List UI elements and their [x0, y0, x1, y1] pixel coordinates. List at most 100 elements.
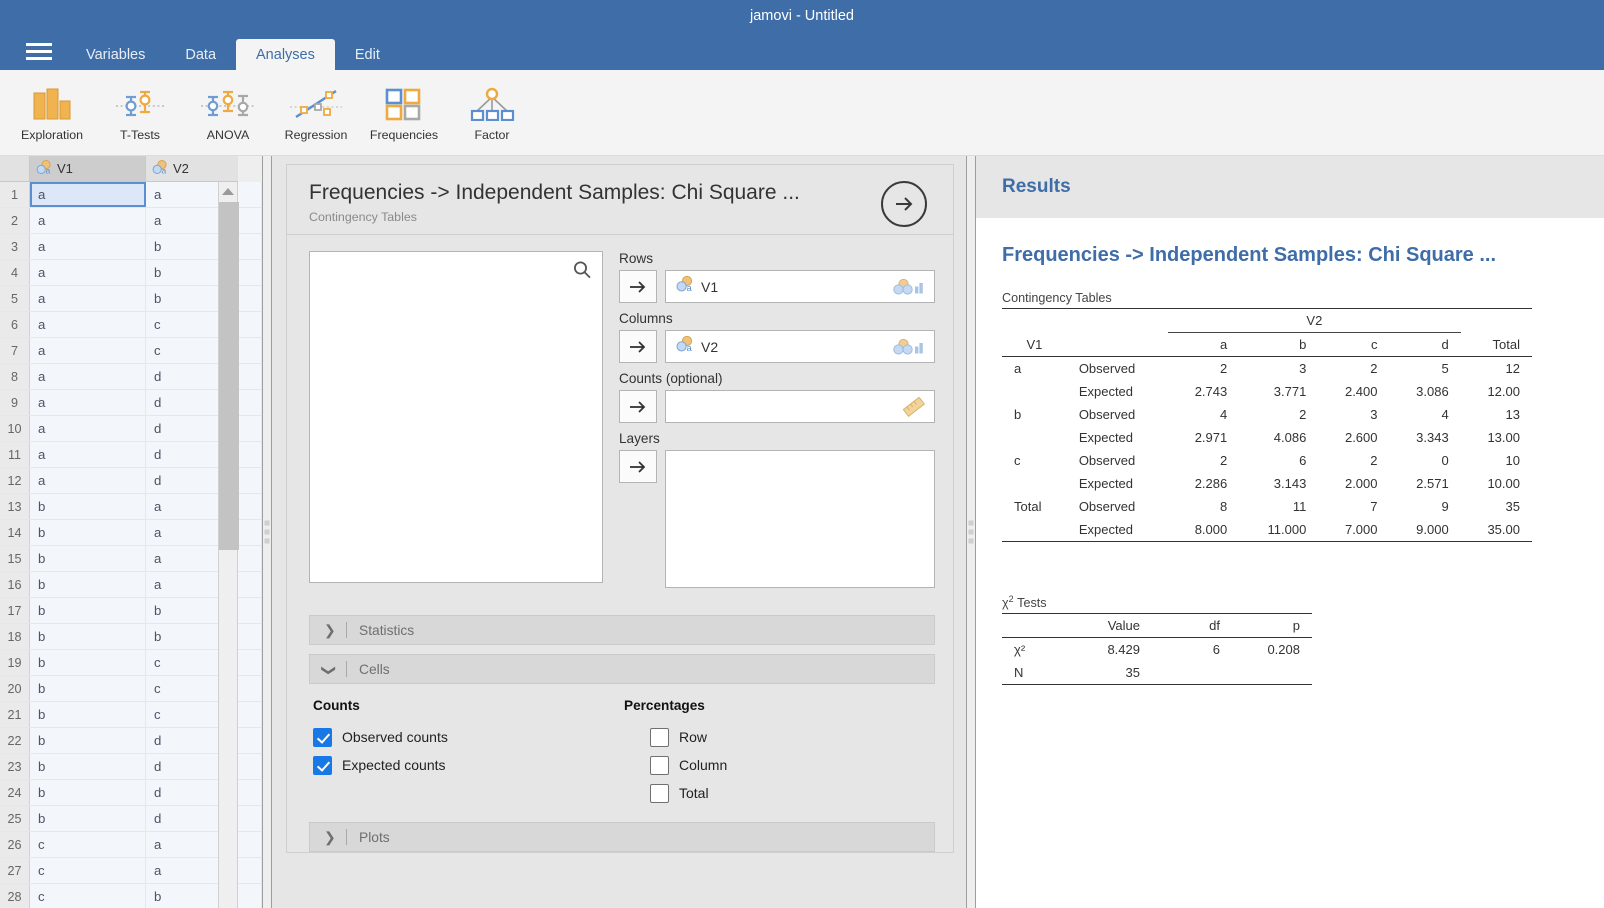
tab-analyses[interactable]: Analyses: [236, 39, 335, 70]
rows-field-box[interactable]: a V1: [665, 270, 935, 303]
grid-cell-v2[interactable]: d: [146, 468, 262, 493]
available-variables-list[interactable]: [309, 251, 603, 583]
section-plots[interactable]: ❯ Plots: [309, 822, 935, 852]
row-number[interactable]: 25: [0, 806, 30, 831]
checkbox-total-percentage[interactable]: Total: [624, 779, 935, 807]
grid-cell-v2[interactable]: a: [146, 546, 262, 571]
tab-edit[interactable]: Edit: [335, 39, 400, 70]
grid-cell-v1[interactable]: b: [30, 754, 146, 779]
row-number[interactable]: 6: [0, 312, 30, 337]
tab-variables[interactable]: Variables: [66, 39, 165, 70]
grid-cell-v2[interactable]: b: [146, 260, 262, 285]
grid-cell-v1[interactable]: b: [30, 624, 146, 649]
grid-cell-v2[interactable]: a: [146, 520, 262, 545]
checkbox-column-percentage-box[interactable]: [650, 756, 669, 775]
grid-cell-v2[interactable]: b: [146, 624, 262, 649]
grid-cell-v1[interactable]: a: [30, 468, 146, 493]
scroll-up-arrow-icon[interactable]: [219, 182, 237, 200]
grid-cell-v2[interactable]: c: [146, 338, 262, 363]
grid-cell-v2[interactable]: d: [146, 780, 262, 805]
grid-cell-v1[interactable]: b: [30, 572, 146, 597]
grid-cell-v1[interactable]: a: [30, 416, 146, 441]
checkbox-expected-counts[interactable]: Expected counts: [313, 751, 624, 779]
grid-cell-v1[interactable]: a: [30, 208, 146, 233]
grid-cell-v1[interactable]: c: [30, 832, 146, 857]
grid-cell-v1[interactable]: b: [30, 546, 146, 571]
row-number[interactable]: 2: [0, 208, 30, 233]
row-number[interactable]: 28: [0, 884, 30, 908]
search-icon[interactable]: [572, 260, 592, 285]
assign-rows-button[interactable]: [619, 270, 657, 303]
grid-cell-v2[interactable]: a: [146, 572, 262, 597]
grid-cell-v2[interactable]: a: [146, 858, 262, 883]
checkbox-observed-counts[interactable]: Observed counts: [313, 723, 624, 751]
section-cells[interactable]: ❯ Cells: [309, 654, 935, 684]
counts-field-box[interactable]: [665, 390, 935, 423]
ribbon-button-anova[interactable]: ANOVA: [184, 76, 272, 154]
checkbox-row-percentage[interactable]: Row: [624, 723, 935, 751]
grid-cell-v1[interactable]: b: [30, 494, 146, 519]
grid-cell-v2[interactable]: d: [146, 364, 262, 389]
row-number[interactable]: 21: [0, 702, 30, 727]
grid-cell-v1[interactable]: b: [30, 780, 146, 805]
row-number[interactable]: 11: [0, 442, 30, 467]
grid-cell-v2[interactable]: b: [146, 598, 262, 623]
ribbon-button-ttests[interactable]: T-Tests: [96, 76, 184, 154]
grid-cell-v2[interactable]: a: [146, 208, 262, 233]
grid-cell-v2[interactable]: a: [146, 182, 262, 207]
grid-cell-v1[interactable]: a: [30, 182, 146, 207]
row-number[interactable]: 7: [0, 338, 30, 363]
scrollbar-thumb[interactable]: [219, 202, 239, 550]
grid-cell-v1[interactable]: b: [30, 598, 146, 623]
grid-cell-v2[interactable]: a: [146, 832, 262, 857]
row-number[interactable]: 14: [0, 520, 30, 545]
checkbox-expected-counts-box[interactable]: [313, 756, 332, 775]
grid-cell-v2[interactable]: d: [146, 442, 262, 467]
ribbon-button-factor[interactable]: Factor: [448, 76, 536, 154]
ribbon-button-frequencies[interactable]: Frequencies: [360, 76, 448, 154]
grid-cell-v2[interactable]: b: [146, 234, 262, 259]
row-number[interactable]: 22: [0, 728, 30, 753]
columns-field-box[interactable]: a V2: [665, 330, 935, 363]
grid-cell-v1[interactable]: a: [30, 234, 146, 259]
tab-data[interactable]: Data: [165, 39, 236, 70]
grid-cell-v2[interactable]: c: [146, 676, 262, 701]
checkbox-row-percentage-box[interactable]: [650, 728, 669, 747]
grid-cell-v2[interactable]: d: [146, 390, 262, 415]
row-number[interactable]: 13: [0, 494, 30, 519]
row-number[interactable]: 20: [0, 676, 30, 701]
hamburger-menu-icon[interactable]: [12, 32, 66, 70]
assign-columns-button[interactable]: [619, 330, 657, 363]
row-number[interactable]: 16: [0, 572, 30, 597]
row-number[interactable]: 19: [0, 650, 30, 675]
grid-cell-v1[interactable]: a: [30, 364, 146, 389]
row-number[interactable]: 9: [0, 390, 30, 415]
grid-cell-v2[interactable]: d: [146, 754, 262, 779]
grid-cell-v1[interactable]: a: [30, 286, 146, 311]
grid-cell-v1[interactable]: b: [30, 728, 146, 753]
ribbon-button-exploration[interactable]: Exploration: [8, 76, 96, 154]
row-number[interactable]: 18: [0, 624, 30, 649]
grid-cell-v1[interactable]: b: [30, 702, 146, 727]
grid-cell-v2[interactable]: d: [146, 806, 262, 831]
grid-cell-v2[interactable]: d: [146, 728, 262, 753]
row-number[interactable]: 26: [0, 832, 30, 857]
assign-counts-button[interactable]: [619, 390, 657, 423]
row-number[interactable]: 24: [0, 780, 30, 805]
grid-cell-v1[interactable]: b: [30, 806, 146, 831]
layers-field-box[interactable]: [665, 450, 935, 588]
checkbox-observed-counts-box[interactable]: [313, 728, 332, 747]
grid-cell-v1[interactable]: a: [30, 260, 146, 285]
grid-cell-v2[interactable]: c: [146, 650, 262, 675]
row-number[interactable]: 4: [0, 260, 30, 285]
row-number[interactable]: 12: [0, 468, 30, 493]
assign-layers-button[interactable]: [619, 450, 657, 483]
row-number[interactable]: 15: [0, 546, 30, 571]
grid-cell-v1[interactable]: a: [30, 338, 146, 363]
row-number[interactable]: 23: [0, 754, 30, 779]
grid-cell-v2[interactable]: c: [146, 312, 262, 337]
grid-cell-v1[interactable]: b: [30, 676, 146, 701]
grid-cell-v1[interactable]: b: [30, 650, 146, 675]
grid-cell-v1[interactable]: a: [30, 390, 146, 415]
grid-cell-v1[interactable]: c: [30, 858, 146, 883]
